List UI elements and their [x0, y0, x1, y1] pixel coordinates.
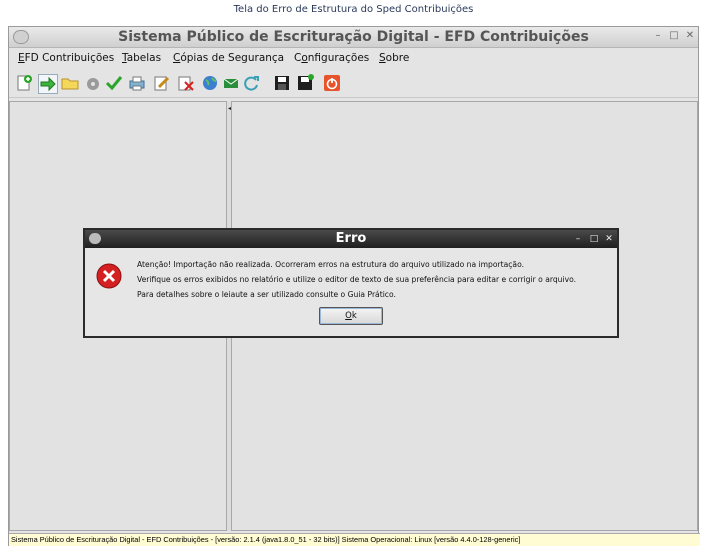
refresh-icon[interactable] — [242, 74, 260, 92]
error-message-line-3: Para detalhes sobre o leiaute a ser util… — [137, 290, 396, 299]
validate-check-icon[interactable] — [105, 74, 123, 92]
dialog-maximize-button[interactable]: □ — [589, 233, 599, 245]
dialog-close-button[interactable]: ✕ — [604, 233, 614, 245]
mail-icon[interactable] — [222, 74, 240, 92]
delete-icon[interactable] — [177, 74, 195, 92]
menu-tabelas[interactable]: Tabelas — [122, 48, 161, 68]
menu-sobre[interactable]: Sobre — [379, 48, 409, 68]
dialog-title: Erro — [335, 231, 367, 246]
power-icon[interactable] — [323, 74, 341, 92]
save-as-icon[interactable] — [296, 74, 314, 92]
close-button[interactable]: ✕ — [685, 30, 695, 42]
open-folder-icon[interactable] — [61, 74, 79, 92]
ok-button[interactable]: Ok — [319, 307, 383, 325]
print-icon[interactable] — [128, 74, 146, 92]
sign-icon[interactable] — [153, 74, 171, 92]
window-title: Sistema Público de Escrituração Digital … — [118, 29, 589, 45]
save-icon[interactable] — [273, 74, 291, 92]
maximize-button[interactable]: □ — [669, 30, 679, 42]
window-titlebar[interactable]: Sistema Público de Escrituração Digital … — [9, 27, 698, 48]
error-message-line-2: Verifique os erros exibidos no relatório… — [137, 275, 577, 284]
menu-configuracoes[interactable]: Configurações — [294, 48, 369, 68]
new-file-icon[interactable] — [15, 74, 33, 92]
toolbar — [9, 69, 698, 98]
menu-copias-seguranca[interactable]: Cópias de Segurança — [173, 48, 284, 68]
page-caption: Tela do Erro de Estrutura do Sped Contri… — [233, 4, 474, 15]
error-message-line-1: Atenção! Importação não realizada. Ocorr… — [137, 260, 525, 269]
menu-bar: EFD Contribuições Tabelas Cópias de Segu… — [9, 48, 698, 68]
globe-icon[interactable] — [201, 74, 219, 92]
dialog-titlebar[interactable]: Erro – □ ✕ — [85, 230, 617, 248]
error-x-icon — [96, 263, 122, 289]
minimize-button[interactable]: – — [653, 30, 663, 42]
error-dialog: Erro – □ ✕ Atenção! Importação não reali… — [83, 228, 619, 338]
gear-disabled-icon[interactable] — [84, 74, 102, 92]
status-bar: Sistema Público de Escrituração Digital … — [9, 533, 700, 546]
dialog-minimize-button[interactable]: – — [573, 233, 583, 245]
menu-efd-contribuicoes[interactable]: EFD Contribuições — [18, 48, 114, 68]
import-arrow-icon[interactable] — [38, 74, 58, 94]
